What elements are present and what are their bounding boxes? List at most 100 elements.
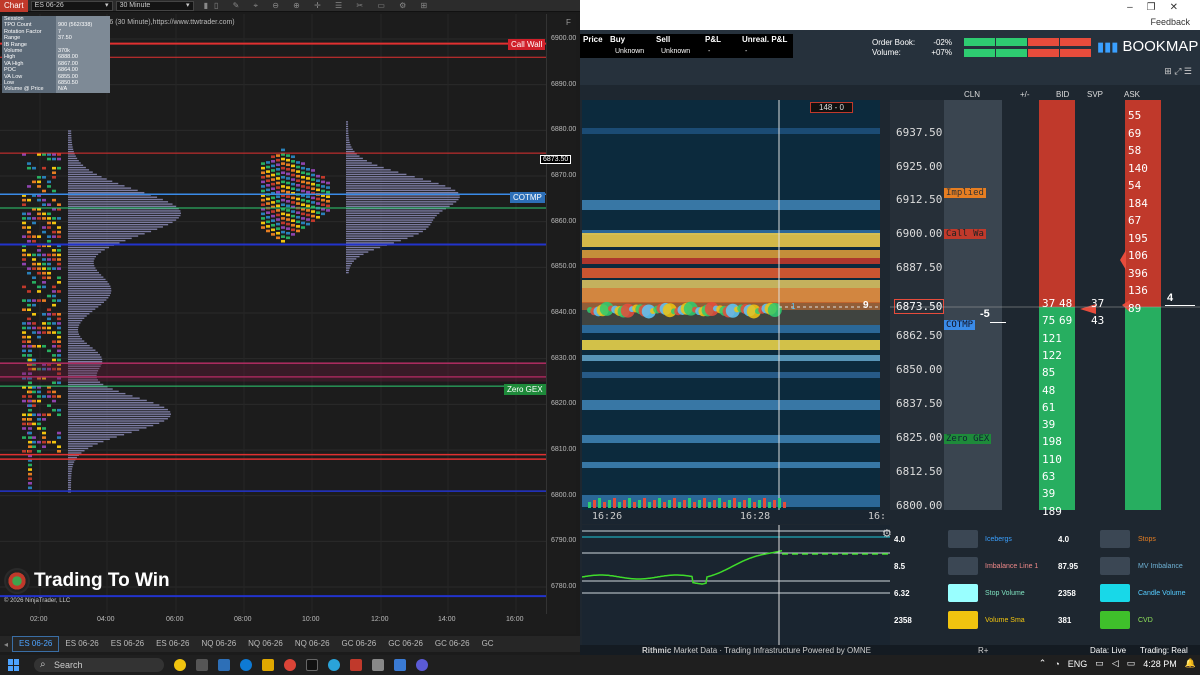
widgets-icon[interactable] xyxy=(218,659,230,671)
file-explorer-icon[interactable] xyxy=(262,659,274,671)
indicator-left-label[interactable]: Imbalance Line 1 xyxy=(985,563,1038,570)
ninjatrader-icon[interactable] xyxy=(350,659,362,671)
app-icon[interactable] xyxy=(372,659,384,671)
indicator-right-swatch[interactable] xyxy=(1100,530,1130,548)
indicator-left-label[interactable]: Stop Volume xyxy=(985,590,1025,597)
tpo-block xyxy=(261,167,265,170)
time-axis[interactable]: 02:00 04:00 06:00 08:00 10:00 12:00 14:00 16:00 xyxy=(0,614,576,634)
copilot-icon[interactable] xyxy=(174,659,186,671)
indicator-left-swatch[interactable] xyxy=(948,530,978,548)
instrument-tab[interactable]: NQ 06-26 xyxy=(242,637,289,651)
indicator-right-swatch[interactable] xyxy=(1100,611,1130,629)
instrument-tab[interactable]: GC 06-26 xyxy=(336,637,383,651)
tpo-block xyxy=(42,263,46,266)
tpo-block xyxy=(286,218,290,221)
windows-start-icon[interactable] xyxy=(8,659,20,671)
tpo-block xyxy=(52,299,56,302)
cvd-subchart[interactable] xyxy=(582,525,890,645)
collapse-panel-button[interactable]: F xyxy=(566,18,571,27)
indicator-right-swatch[interactable] xyxy=(1100,584,1130,602)
volume-profile-bar xyxy=(68,201,168,202)
dom-tool-icons[interactable]: ⊞ ⤢ ☰ xyxy=(1164,66,1192,77)
network-icon[interactable]: ▭ xyxy=(1095,658,1104,669)
bookmap-logo: ▮▮▮ BOOKMAP xyxy=(1097,38,1198,55)
battery-icon[interactable]: ▭ xyxy=(1127,658,1136,669)
tpo-block xyxy=(37,217,41,220)
telegram-icon[interactable] xyxy=(328,659,340,671)
indicator-right-label[interactable]: Candle Volume xyxy=(1138,590,1185,597)
indicator-left-label[interactable]: Icebergs xyxy=(985,536,1012,543)
instrument-tab[interactable]: NQ 06-26 xyxy=(289,637,336,651)
tpo-block xyxy=(22,350,26,353)
instrument-tab[interactable]: NQ 06-26 xyxy=(195,637,242,651)
instrument-selector[interactable]: ES 06-26 ▾ xyxy=(31,1,113,11)
instrument-tab[interactable]: GC 06-26 xyxy=(429,637,476,651)
chrome-icon[interactable] xyxy=(284,659,296,671)
tpo-block xyxy=(28,450,32,453)
wifi-icon[interactable]: ◔ xyxy=(1054,659,1059,669)
volume-profile-bar xyxy=(68,477,71,478)
tpo-block xyxy=(57,254,61,257)
instrument-tab[interactable]: ES 06-26 xyxy=(12,636,59,652)
edge-icon[interactable] xyxy=(240,659,252,671)
tpo-block xyxy=(261,162,265,165)
volume-profile-bar xyxy=(68,302,104,303)
instrument-tab[interactable]: ES 06-26 xyxy=(105,637,150,651)
chart-plot-area[interactable] xyxy=(0,14,546,614)
speaker-icon[interactable]: ◁ xyxy=(1112,658,1119,669)
indicator-right-swatch[interactable] xyxy=(1100,557,1130,575)
tab-scroll-left-icon[interactable]: ◂ xyxy=(0,640,12,649)
instrument-tab[interactable]: ES 06-26 xyxy=(150,637,195,651)
chart-window-tab[interactable]: Chart xyxy=(0,0,28,12)
price-axis[interactable]: 6900.00 6890.00 6880.00 6870.00 6860.00 6850.… xyxy=(546,14,576,614)
indicator-row: 8.5 Imbalance Line 1 87.95 MV Imbalance xyxy=(890,557,1200,579)
volume-profile-bar xyxy=(346,158,363,159)
app-icon-2[interactable] xyxy=(416,659,428,671)
tray-chevron-icon[interactable]: ⌃ xyxy=(1039,658,1047,669)
indicator-left-label[interactable]: Volume Sma xyxy=(985,617,1025,624)
tpo-block xyxy=(32,327,36,330)
taskbar-search[interactable]: Search xyxy=(34,658,164,672)
heatmap-area[interactable]: 91 xyxy=(582,100,880,510)
indicator-left-swatch[interactable] xyxy=(948,611,978,629)
tpo-block xyxy=(57,409,61,412)
bookmap-taskbar-icon[interactable] xyxy=(394,659,406,671)
volume-profile-bar xyxy=(346,181,431,182)
indicator-right-label[interactable]: CVD xyxy=(1138,617,1153,624)
tpo-block xyxy=(306,182,310,185)
tpo-block xyxy=(316,216,320,219)
tpo-block xyxy=(37,418,41,421)
tpo-block xyxy=(52,171,56,174)
volume-profile-bar xyxy=(346,258,356,259)
instrument-tab[interactable]: GC 06-26 xyxy=(382,637,429,651)
price-axis-label: 6820.00 xyxy=(551,400,576,407)
tpo-block xyxy=(266,184,270,187)
volume-profile-bar xyxy=(68,242,120,243)
bid-size: 39 xyxy=(1042,487,1055,500)
indicator-right-label[interactable]: MV Imbalance xyxy=(1138,563,1183,570)
heatmap-time-label: 16:28 xyxy=(740,511,770,522)
drawing-tools-icons[interactable]: ▮▯ ✎ ⌖ ⊖ ⊕ ✛ ☰ ✂ ▭ ⚙ ⊞ xyxy=(204,1,434,11)
lang-indicator[interactable]: ENG xyxy=(1068,659,1088,669)
tpo-block xyxy=(52,359,56,362)
indicator-left-swatch[interactable] xyxy=(948,557,978,575)
instrument-tab[interactable]: ES 06-26 xyxy=(59,637,104,651)
tpo-block xyxy=(261,171,265,174)
tpo-block xyxy=(301,190,305,193)
volume-profile-bar xyxy=(346,128,348,129)
window-controls[interactable]: –❐✕ xyxy=(1127,2,1192,13)
indicator-left-swatch[interactable] xyxy=(948,584,978,602)
volume-profile-bar xyxy=(346,267,350,268)
notification-icon[interactable]: 🔔 xyxy=(1185,658,1196,669)
tpo-block xyxy=(37,450,41,453)
tradingview-icon[interactable] xyxy=(306,659,318,671)
indicator-right-label[interactable]: Stops xyxy=(1138,536,1156,543)
feedback-link[interactable]: Feedback xyxy=(1150,17,1190,27)
timeframe-selector[interactable]: 30 Minute ▾ xyxy=(116,1,194,11)
tpo-block xyxy=(266,161,270,164)
tpo-block xyxy=(276,154,280,157)
task-view-icon[interactable] xyxy=(196,659,208,671)
clock[interactable]: 4:28 PM xyxy=(1143,659,1177,669)
instrument-tab[interactable]: GC xyxy=(476,637,500,651)
tpo-block xyxy=(22,450,26,453)
